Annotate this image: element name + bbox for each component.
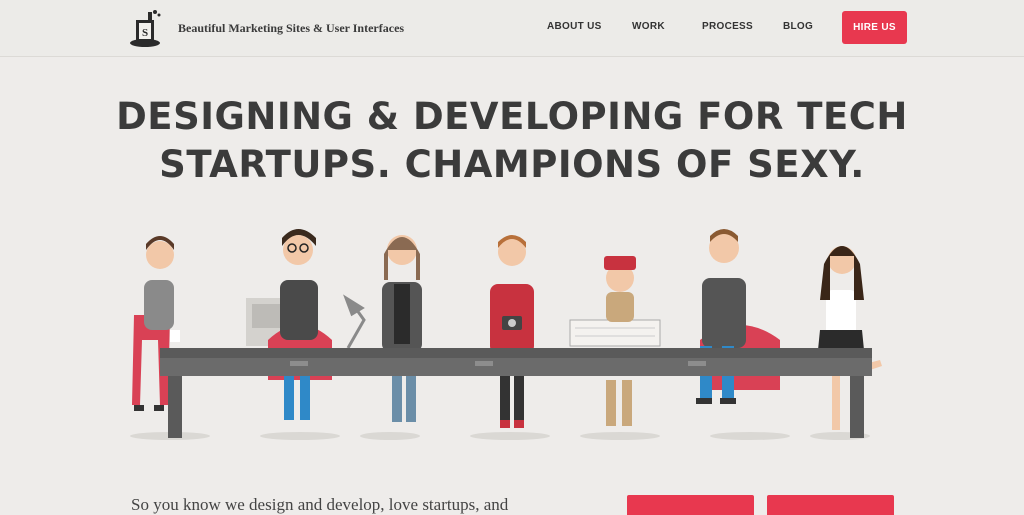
cta-button-1[interactable]: [627, 495, 754, 515]
person-7: [816, 246, 882, 430]
hero-headline-line1: DESIGNING & DEVELOPING FOR TECH: [116, 95, 908, 138]
hero-headline: DESIGNING & DEVELOPING FOR TECH STARTUPS…: [0, 93, 1024, 189]
person-3: [382, 235, 422, 422]
site-tagline: Beautiful Marketing Sites & User Interfa…: [178, 21, 405, 35]
person-4: [490, 235, 534, 428]
svg-text:S: S: [142, 27, 148, 39]
team-illustration: [130, 229, 882, 440]
nav-work[interactable]: WORK: [632, 21, 665, 32]
hero-headline-line2: STARTUPS. CHAMPIONS OF SEXY.: [159, 143, 865, 186]
nav-process[interactable]: PROCESS: [702, 21, 753, 32]
nav-blog[interactable]: BLOG: [783, 21, 813, 32]
intro-text: So you know we design and develop, love …: [131, 495, 509, 514]
desk-lamp: [343, 294, 366, 349]
person-6: [696, 229, 780, 404]
cta-button-2[interactable]: [767, 495, 894, 515]
hire-us-button[interactable]: HIRE US: [842, 11, 907, 44]
site-header: S Beautiful Marketing Sites & User Inter…: [0, 0, 1024, 57]
nav-about-us[interactable]: ABOUT US: [547, 21, 602, 32]
drafting-board: [569, 319, 661, 347]
logo-icon[interactable]: S: [128, 8, 166, 48]
